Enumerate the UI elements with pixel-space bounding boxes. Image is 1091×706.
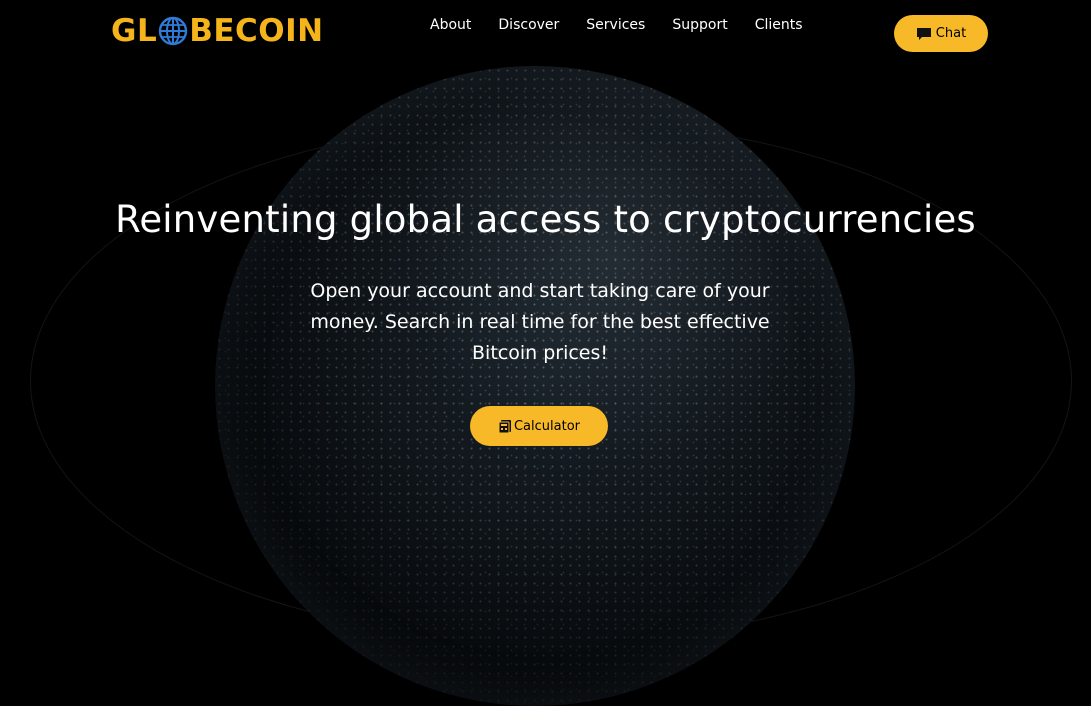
logo-text-left: GL — [111, 13, 158, 49]
hero-subtitle: Open your account and start taking care … — [310, 280, 770, 364]
main-nav: About Discover Services Support Clients — [430, 17, 803, 33]
calculator-icon — [498, 419, 511, 433]
calculator-button[interactable]: Calculator — [470, 406, 608, 446]
globe-icon — [159, 16, 188, 46]
nav-link-discover[interactable]: Discover — [498, 17, 559, 33]
calculator-button-label: Calculator — [513, 418, 580, 434]
logo[interactable]: GL BECOIN — [111, 11, 324, 51]
chat-button[interactable]: Chat — [894, 15, 988, 52]
logo-text-right: BECOIN — [189, 13, 324, 49]
hero-title: Reinventing global access to cryptocurre… — [115, 198, 976, 241]
chat-bubble-icon — [916, 27, 931, 40]
nav-link-clients[interactable]: Clients — [755, 17, 803, 33]
nav-link-about[interactable]: About — [430, 17, 471, 33]
background-globe-dots — [215, 66, 855, 706]
nav-link-services[interactable]: Services — [586, 17, 645, 33]
nav-link-support[interactable]: Support — [672, 17, 727, 33]
chat-button-label: Chat — [935, 26, 967, 41]
